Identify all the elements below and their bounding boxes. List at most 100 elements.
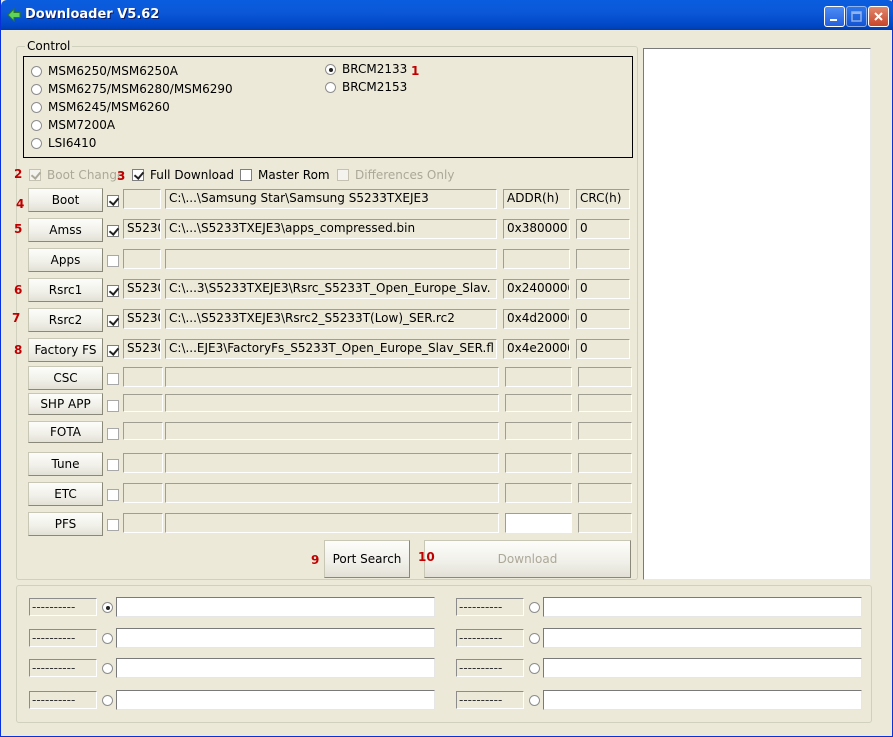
row-crc-field: CRC(h)	[576, 189, 630, 209]
row-file-button[interactable]: Factory FS	[28, 338, 103, 362]
row-file-button[interactable]: CSC	[28, 366, 103, 390]
checkbox-box[interactable]	[337, 169, 349, 181]
row-file-button[interactable]: SHP APP	[28, 393, 103, 415]
chipset-msm7200a[interactable]: MSM7200A	[31, 118, 115, 132]
radio-circle[interactable]	[31, 137, 42, 149]
row-addr-field[interactable]: 0x4e20000	[503, 339, 570, 359]
row-crc-field	[578, 483, 632, 503]
row-path-field: C:\...\Samsung Star\Samsung S5233TXEJE3	[165, 189, 497, 209]
row-checkbox[interactable]	[107, 195, 119, 207]
download-button[interactable]: Download	[424, 540, 631, 578]
row-crc-field: 0	[576, 279, 630, 299]
row-crc-field	[578, 513, 632, 533]
port-radio[interactable]	[102, 663, 113, 674]
row-file-button[interactable]: FOTA	[28, 421, 103, 443]
port-status-field	[543, 597, 862, 617]
row-file-button[interactable]: Rsrc2	[28, 308, 103, 332]
title-bar[interactable]: Downloader V5.62	[1, 0, 893, 30]
row-addr-field[interactable]: 0x380000	[503, 219, 570, 239]
port-radio[interactable]	[102, 695, 113, 706]
row-checkbox[interactable]	[107, 255, 119, 267]
radio-circle[interactable]	[325, 81, 336, 93]
checkbox-box[interactable]	[240, 169, 252, 181]
row-checkbox[interactable]	[107, 489, 119, 501]
row-file-button[interactable]: Rsrc1	[28, 278, 103, 302]
row-addr-field[interactable]: 0x4d20000	[503, 309, 570, 329]
chipset-lsi6410[interactable]: LSI6410	[31, 136, 96, 150]
port-status-field	[116, 690, 435, 710]
row-model-field: S5230	[123, 339, 161, 359]
port-radio[interactable]	[102, 633, 113, 644]
chipset-msm6245[interactable]: MSM6245/MSM6260	[31, 100, 170, 114]
row-addr-field[interactable]: ADDR(h)	[503, 189, 570, 209]
row-checkbox[interactable]	[107, 428, 119, 440]
row-checkbox[interactable]	[107, 285, 119, 297]
row-file-button[interactable]: PFS	[28, 512, 103, 536]
row-file-button[interactable]: Apps	[28, 248, 103, 272]
row-checkbox[interactable]	[107, 459, 119, 471]
port-radio[interactable]	[529, 663, 540, 674]
row-path-field	[165, 513, 499, 533]
row-addr-field[interactable]: 0x2400000	[503, 279, 570, 299]
annotation-number: 7	[12, 311, 21, 325]
back-arrow-icon	[7, 8, 21, 22]
full-download-checkbox[interactable]: Full Download	[132, 168, 234, 182]
row-checkbox[interactable]	[107, 373, 119, 385]
row-model-field: S5230	[123, 309, 161, 329]
radio-circle[interactable]	[31, 119, 42, 131]
row-checkbox[interactable]	[107, 400, 119, 412]
port-status-field	[116, 597, 435, 617]
minimize-button[interactable]	[824, 6, 845, 27]
port-search-button[interactable]: Port Search	[324, 540, 410, 578]
chipset-brcm2133[interactable]: BRCM2133	[325, 62, 407, 76]
maximize-button[interactable]	[846, 6, 867, 27]
row-file-button[interactable]: Amss	[28, 218, 103, 242]
radio-circle[interactable]	[31, 101, 42, 113]
row-checkbox[interactable]	[107, 315, 119, 327]
chipset-brcm2153[interactable]: BRCM2153	[325, 80, 407, 94]
row-addr-field[interactable]	[505, 394, 572, 412]
row-checkbox[interactable]	[107, 519, 119, 531]
row-file-button[interactable]: Tune	[28, 452, 103, 476]
row-file-button[interactable]: Boot	[28, 188, 103, 212]
row-addr-field[interactable]	[505, 422, 572, 440]
boot-change-checkbox[interactable]: Boot Change	[29, 168, 124, 182]
port-radio[interactable]	[529, 695, 540, 706]
radio-circle[interactable]	[31, 65, 42, 77]
checkbox-box[interactable]	[29, 169, 41, 181]
chipset-label: MSM6245/MSM6260	[48, 100, 170, 114]
port-radio[interactable]	[529, 633, 540, 644]
row-file-button[interactable]: ETC	[28, 482, 103, 506]
row-checkbox[interactable]	[107, 345, 119, 357]
chipset-msm6250[interactable]: MSM6250/MSM6250A	[31, 64, 178, 78]
row-path-field: C:\...3\S5233TXEJE3\Rsrc_S5233T_Open_Eur…	[165, 279, 497, 299]
row-model-field	[123, 189, 161, 209]
checkbox-box[interactable]	[132, 169, 144, 181]
row-path-field: C:\...\S5233TXEJE3\apps_compressed.bin	[165, 219, 497, 239]
row-addr-field[interactable]	[505, 453, 572, 473]
port-radio[interactable]	[529, 602, 540, 613]
row-addr-field[interactable]	[505, 483, 572, 503]
chipset-label: MSM6250/MSM6250A	[48, 64, 178, 78]
port-label: ----------	[456, 691, 524, 709]
chipset-label: MSM6275/MSM6280/MSM6290	[48, 82, 233, 96]
differences-only-checkbox[interactable]: Differences Only	[337, 168, 454, 182]
row-model-field: S5230	[123, 219, 161, 239]
row-addr-field[interactable]	[505, 367, 572, 387]
chipset-label: BRCM2153	[342, 80, 408, 94]
annotation-number: 6	[14, 283, 23, 297]
log-output[interactable]	[643, 48, 871, 580]
master-rom-checkbox[interactable]: Master Rom	[240, 168, 330, 182]
master-rom-label: Master Rom	[258, 168, 330, 182]
chipset-msm6275[interactable]: MSM6275/MSM6280/MSM6290	[31, 82, 233, 96]
annotation-number: 1	[411, 64, 420, 78]
row-crc-field: 0	[576, 309, 630, 329]
port-radio[interactable]	[102, 602, 113, 613]
row-addr-field[interactable]	[505, 513, 572, 533]
row-addr-field[interactable]	[503, 249, 570, 269]
radio-circle[interactable]	[325, 63, 336, 75]
close-button[interactable]	[868, 6, 889, 27]
radio-circle[interactable]	[31, 83, 42, 95]
row-checkbox[interactable]	[107, 225, 119, 237]
row-model-field	[123, 513, 163, 533]
